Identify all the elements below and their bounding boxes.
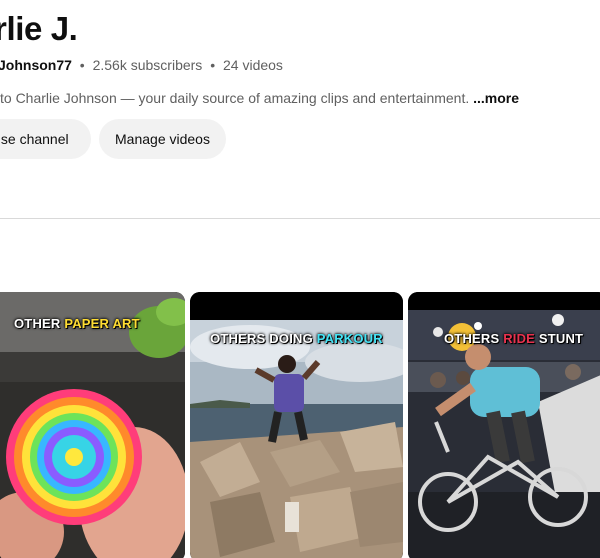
separator-dot: • — [210, 57, 216, 73]
channel-handle[interactable]: Johnson77 — [0, 57, 72, 73]
caption-text: OTHER — [14, 316, 65, 331]
subscriber-count: 2.56k subscribers — [92, 57, 203, 73]
customise-channel-button[interactable]: nise channel — [0, 119, 91, 159]
caption-text: OTHERS DOING — [210, 331, 317, 346]
video-count: 24 videos — [223, 57, 283, 73]
manage-videos-button[interactable]: Manage videos — [99, 119, 226, 159]
caption-highlight: RIDE — [503, 331, 536, 346]
section-divider — [0, 218, 600, 219]
paper-art-thumbnail-image — [0, 292, 185, 558]
short-caption: OTHERS DOING PARKOUR — [190, 331, 403, 346]
short-caption: OTHER PAPER ART — [0, 316, 185, 331]
caption-highlight: PARKOUR — [316, 331, 383, 346]
caption-highlight: PAPER ART — [64, 316, 140, 331]
channel-title: rlie J. — [0, 10, 78, 47]
channel-meta: Johnson77 • 2.56k subscribers • 24 video… — [0, 57, 283, 73]
description-text: to Charlie Johnson — your daily source o… — [0, 90, 470, 106]
more-link[interactable]: ...more — [473, 90, 519, 106]
short-video-thumbnail[interactable]: OTHERS RIDE STUNT — [408, 292, 600, 558]
short-caption: OTHERS RIDE STUNT — [416, 331, 600, 346]
short-video-thumbnail[interactable]: OTHER PAPER ART — [0, 292, 185, 558]
caption-text: STUNT — [535, 331, 584, 346]
channel-description: to Charlie Johnson — your daily source o… — [0, 90, 519, 106]
channel-page: rlie J. Johnson77 • 2.56k subscribers • … — [0, 0, 600, 558]
caption-text: OTHERS — [444, 331, 504, 346]
short-video-thumbnail[interactable]: OTHERS DOING PARKOUR — [190, 292, 403, 558]
separator-dot: • — [79, 57, 85, 73]
